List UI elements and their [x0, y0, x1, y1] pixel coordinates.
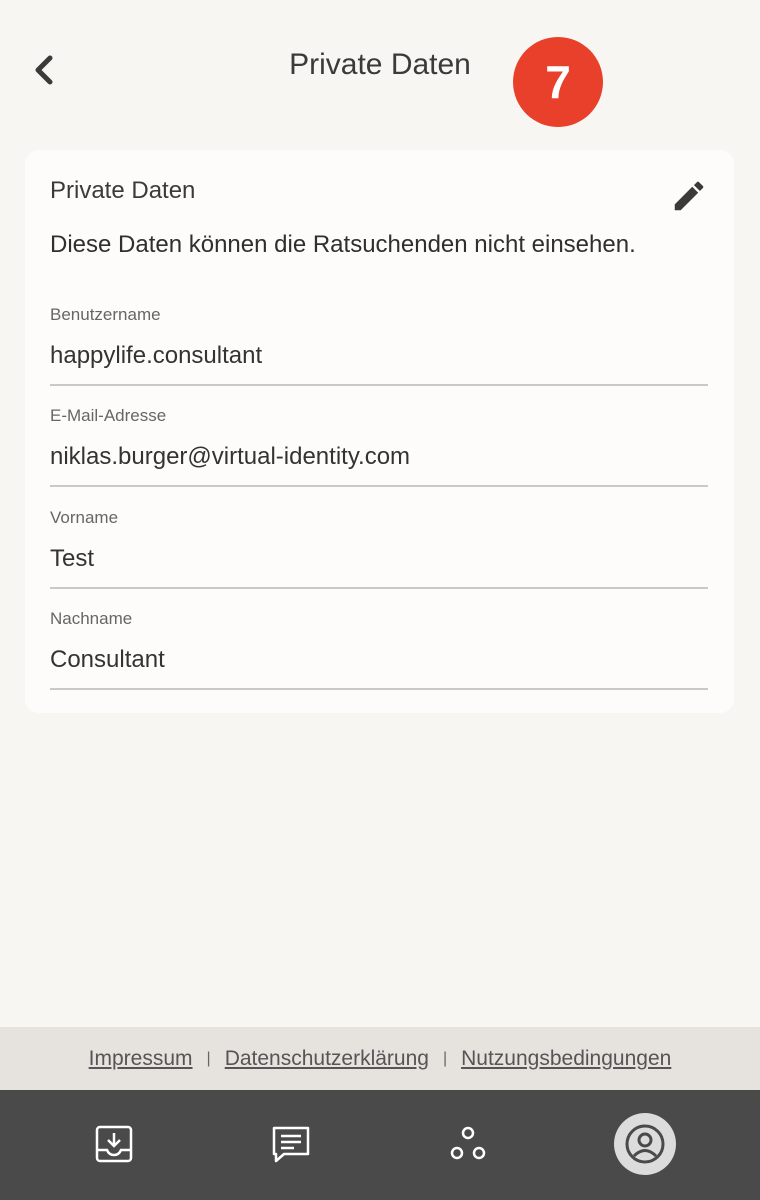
footer-separator: |: [206, 1049, 211, 1067]
field-value: happylife.consultant: [50, 342, 263, 369]
nav-messages[interactable]: [251, 1104, 331, 1184]
username-field[interactable]: Benutzername happylife.consultant: [50, 304, 708, 386]
field-value: Test: [50, 545, 95, 572]
chat-message-icon: [272, 1126, 310, 1163]
pencil-icon: [674, 181, 704, 211]
inbox-download-icon: [95, 1125, 133, 1163]
page-title: Private Daten: [289, 48, 471, 81]
firstname-field[interactable]: Vorname Test: [50, 507, 708, 589]
nav-profile[interactable]: [605, 1104, 685, 1184]
private-data-card: Private Daten Diese Daten können die Rat…: [25, 150, 734, 713]
field-value: Consultant: [50, 646, 165, 673]
step-badge: 7: [513, 37, 603, 127]
field-label: Benutzername: [50, 305, 161, 324]
edit-button[interactable]: [670, 177, 708, 215]
privacy-link[interactable]: Datenschutzerklärung: [225, 1047, 429, 1071]
profile-icon: [625, 1124, 665, 1164]
active-indicator: [614, 1113, 676, 1175]
lastname-field[interactable]: Nachname Consultant: [50, 608, 708, 690]
bottom-nav: [0, 1090, 760, 1200]
email-field[interactable]: E-Mail-Adresse niklas.burger@virtual-ide…: [50, 405, 708, 487]
field-value: niklas.burger@virtual-identity.com: [50, 443, 411, 470]
impressum-link[interactable]: Impressum: [89, 1047, 193, 1071]
card-title: Private Daten: [50, 177, 196, 204]
group-dots-icon: [450, 1126, 486, 1160]
header: Private Daten 7: [0, 0, 760, 140]
nav-inbox[interactable]: [74, 1104, 154, 1184]
card-description: Diese Daten können die Ratsuchenden nich…: [50, 231, 636, 258]
nav-groups[interactable]: [428, 1104, 508, 1184]
footer-links: Impressum | Datenschutzerklärung | Nutzu…: [0, 1027, 760, 1090]
field-label: Vorname: [50, 508, 119, 527]
field-label: Nachname: [50, 609, 133, 628]
terms-link[interactable]: Nutzungsbedingungen: [461, 1047, 671, 1071]
field-label: E-Mail-Adresse: [50, 406, 167, 425]
footer-separator: |: [442, 1049, 448, 1067]
